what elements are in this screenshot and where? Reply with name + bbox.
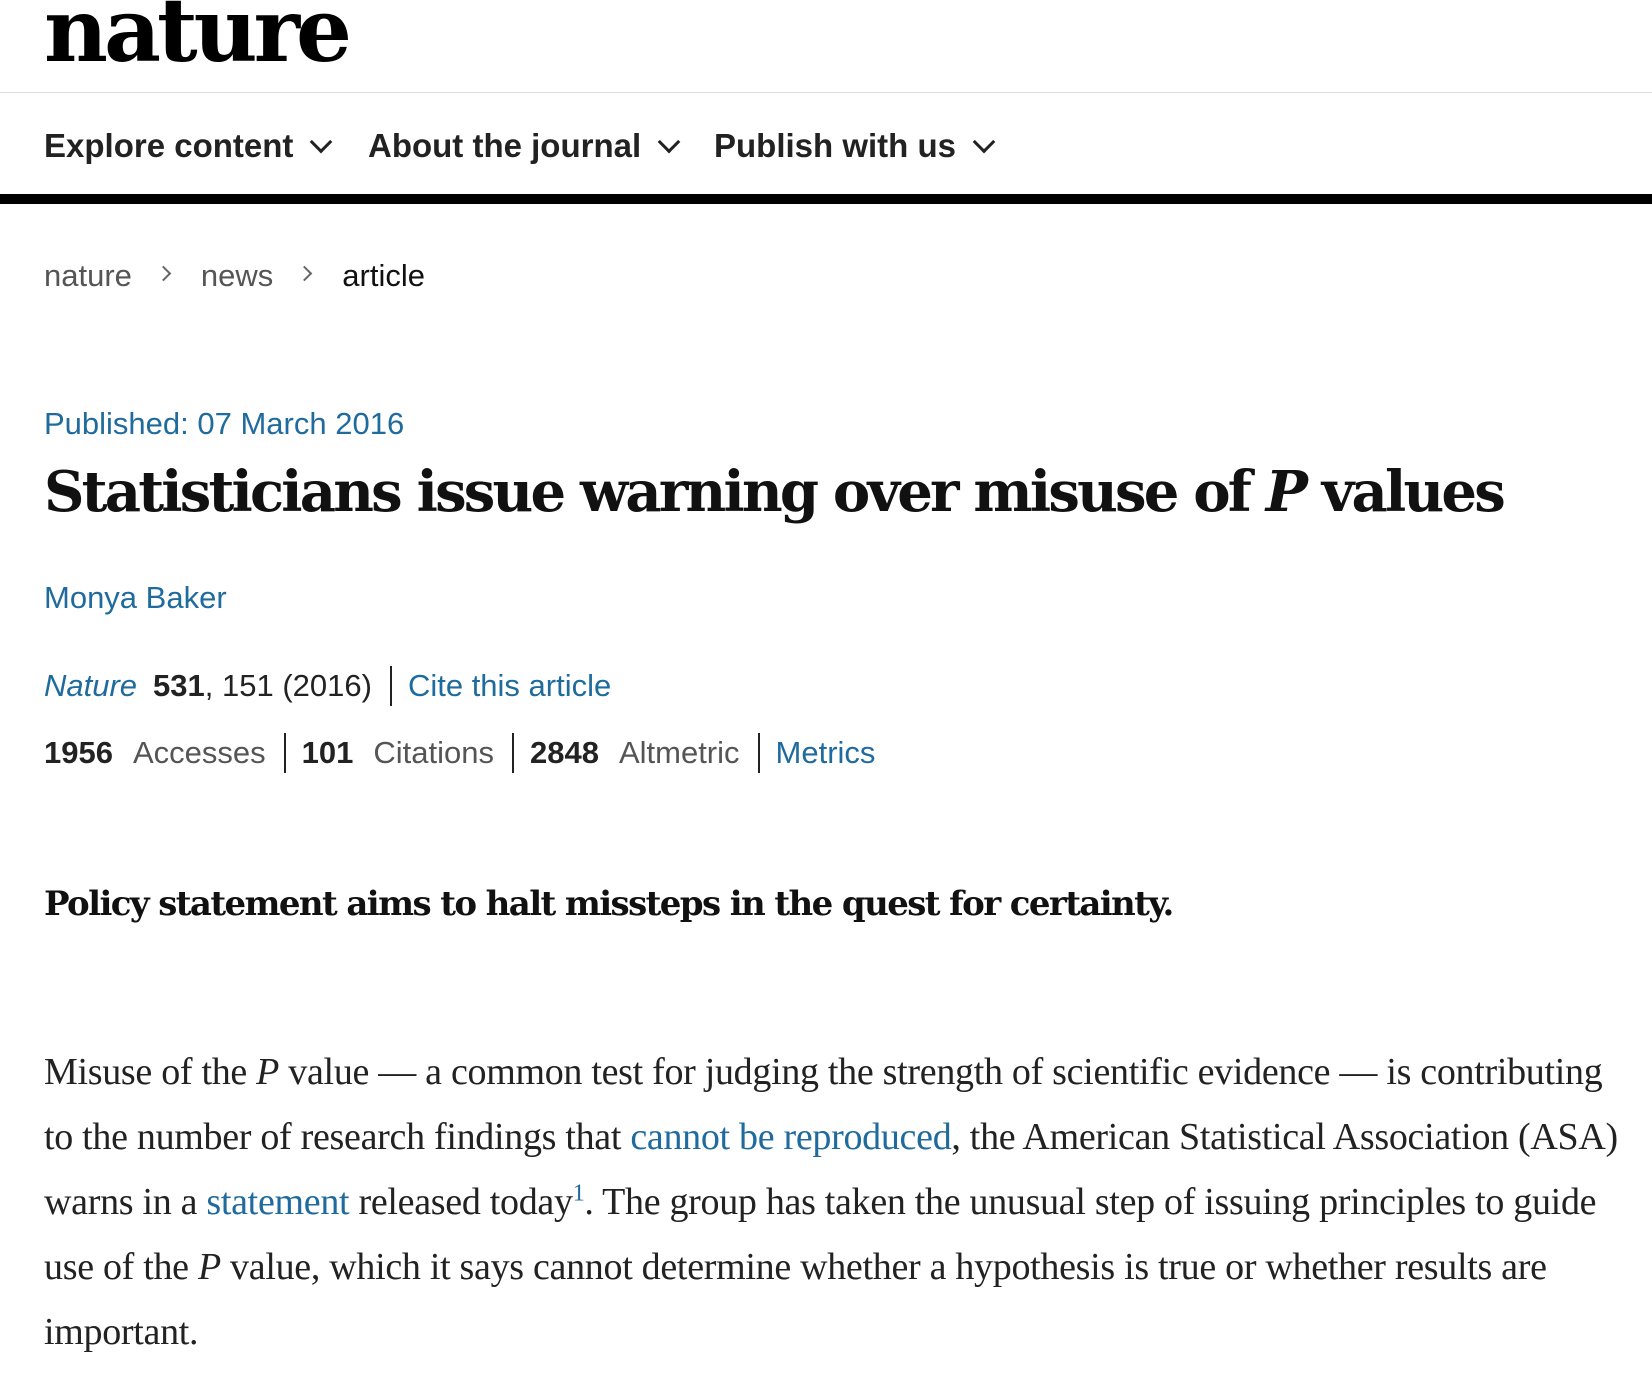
- nav-publish-with-us-label: Publish with us: [714, 127, 957, 164]
- citation-line: Nature 531 , 151 (2016) Cite this articl…: [44, 666, 611, 706]
- cite-this-article-link[interactable]: Cite this article: [408, 668, 611, 704]
- metrics-line: 1956 Accesses 101 Citations 2848 Altmetr…: [44, 733, 875, 773]
- article-title-part2: values: [1305, 459, 1506, 525]
- divider: [283, 733, 286, 773]
- article-body-paragraph: Misuse of the P value — a common test fo…: [44, 1040, 1624, 1365]
- reference-1-link[interactable]: 1: [573, 1180, 585, 1206]
- published-date: Published: 07 March 2016: [44, 406, 405, 441]
- nav-about-the-journal-label: About the journal: [368, 127, 642, 164]
- body-text-1: Misuse of the: [44, 1051, 257, 1093]
- nav-explore-content-label: Explore content: [44, 127, 294, 164]
- body-italic-p-1: P: [256, 1051, 280, 1093]
- divider: [389, 666, 392, 706]
- main-nav: Explore content About the journal Publis…: [0, 93, 1652, 204]
- chevron-right-icon: [155, 265, 172, 281]
- journal-volume: 531: [153, 668, 205, 703]
- nature-logo[interactable]: nature: [44, 0, 352, 74]
- article-standfirst: Policy statement aims to halt missteps i…: [44, 884, 1174, 924]
- accesses-count: 1956: [44, 735, 113, 770]
- article-title-italic-p: P: [1265, 459, 1308, 525]
- article-title-part1: Statisticians issue warning over misuse …: [44, 459, 1266, 525]
- author-link[interactable]: Monya Baker: [44, 580, 227, 616]
- chevron-down-icon: [310, 130, 333, 154]
- breadcrumb-item-nature[interactable]: nature: [44, 258, 132, 294]
- nav-explore-content[interactable]: Explore content: [44, 127, 333, 165]
- altmetric-label: Altmetric: [618, 735, 740, 770]
- body-text-4: released today: [349, 1181, 573, 1223]
- journal-name[interactable]: Nature: [44, 668, 137, 704]
- reference-superscript: 1: [573, 1180, 585, 1206]
- body-italic-p-2: P: [197, 1246, 221, 1288]
- metrics-link[interactable]: Metrics: [776, 735, 876, 771]
- altmetric-score: 2848: [529, 735, 599, 770]
- body-text-6: value, which it says cannot determine wh…: [44, 1246, 1547, 1353]
- breadcrumb: nature news article: [44, 258, 425, 294]
- accesses-label: Accesses: [132, 735, 266, 770]
- citations-label: Citations: [373, 735, 494, 770]
- journal-pages-year: , 151 (2016): [204, 668, 372, 703]
- breadcrumb-item-article: article: [342, 258, 425, 293]
- chevron-right-icon: [297, 265, 313, 281]
- cannot-be-reproduced-link[interactable]: cannot be reproduced: [630, 1116, 951, 1158]
- divider: [511, 733, 514, 773]
- nav-publish-with-us[interactable]: Publish with us: [714, 127, 996, 165]
- site-header: nature: [0, 0, 1652, 93]
- divider: [757, 733, 760, 773]
- statement-link[interactable]: statement: [206, 1181, 349, 1223]
- chevron-down-icon: [972, 130, 996, 154]
- chevron-down-icon: [657, 130, 681, 154]
- nav-about-the-journal[interactable]: About the journal: [368, 127, 681, 165]
- citations-count: 101: [301, 735, 354, 770]
- breadcrumb-item-news[interactable]: news: [201, 258, 273, 294]
- article-title: Statisticians issue warning over misuse …: [44, 459, 1506, 525]
